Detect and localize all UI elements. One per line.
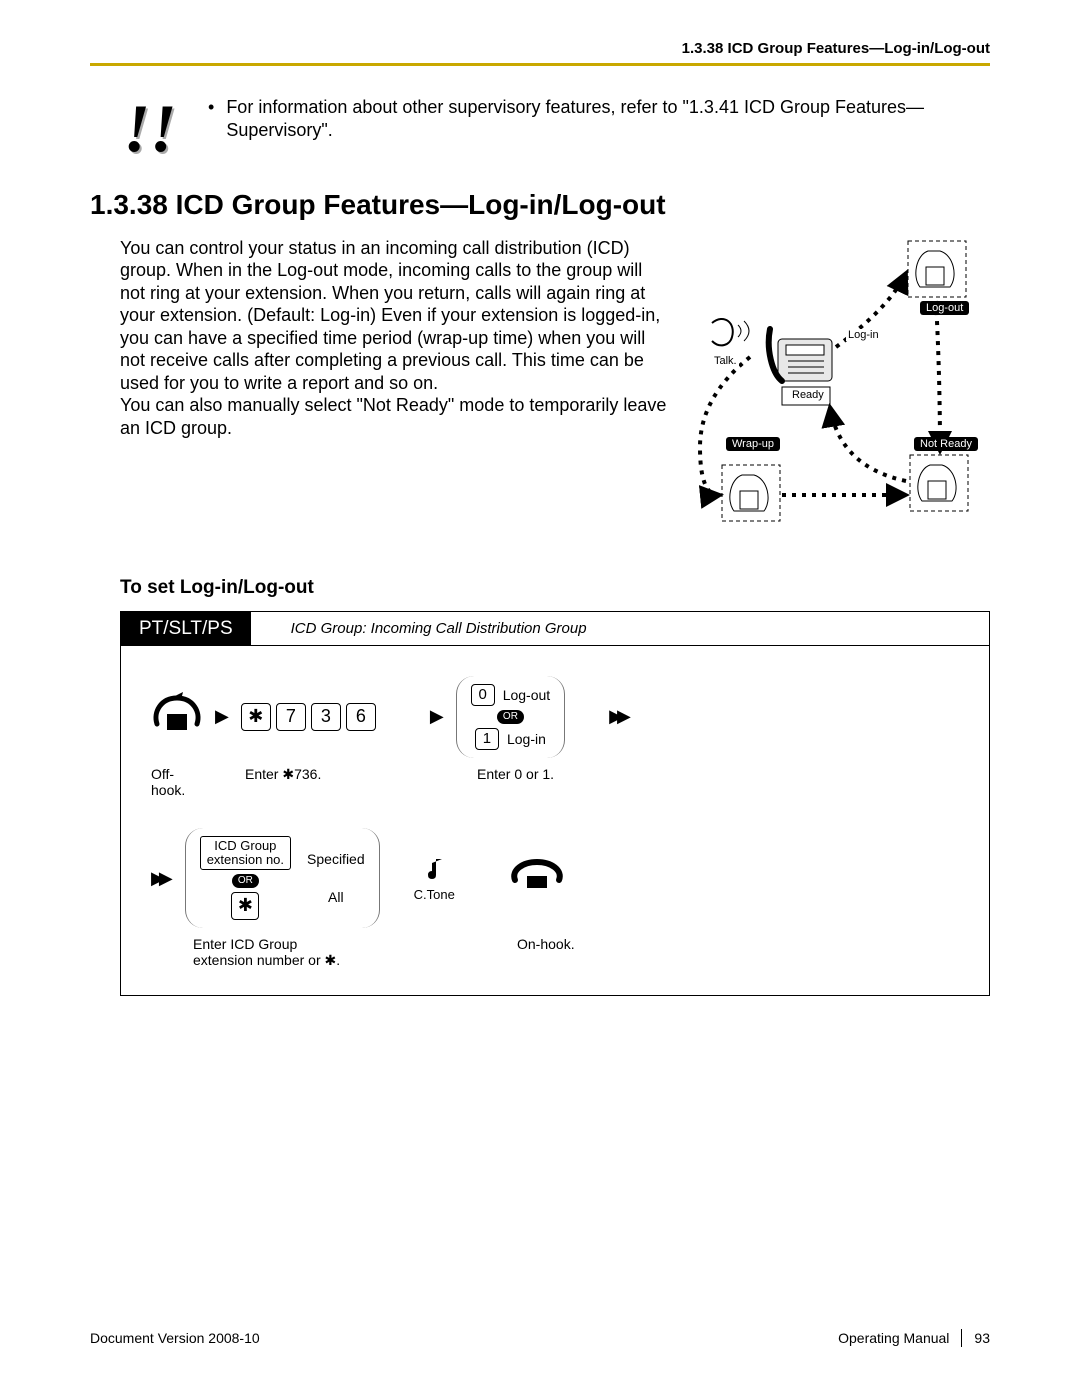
callout-text: For information about other supervisory …: [226, 96, 960, 143]
diagram-logout-pill: Log-out: [920, 301, 969, 315]
diagram-wrapup-pill: Wrap-up: [726, 437, 780, 451]
running-header: 1.3.38 ICD Group Features—Log-in/Log-out: [90, 40, 990, 57]
key-6: 6: [346, 703, 376, 731]
continue-arrow-icon: ▶▶: [609, 706, 631, 727]
page-number: 93: [974, 1330, 990, 1346]
or-pill: OR: [232, 874, 259, 888]
offhook-icon: [151, 690, 203, 743]
specified-label: Specified: [307, 851, 365, 867]
procedure-note: ICD Group: Incoming Call Distribution Gr…: [251, 612, 989, 646]
key-0: 0: [471, 684, 495, 706]
diagram-notready-pill: Not Ready: [914, 437, 978, 451]
key-7: 7: [276, 703, 306, 731]
arrow-icon: ▶: [215, 706, 229, 727]
section-title: 1.3.38 ICD Group Features—Log-in/Log-out: [90, 189, 990, 221]
doc-version: Document Version 2008-10: [90, 1330, 260, 1346]
key-1: 1: [475, 728, 499, 750]
ctone-label: C.Tone: [414, 887, 455, 902]
option-group-ext: ICD Group extension no. OR ✱ Specified A…: [185, 828, 380, 929]
exclamation-icon: !!: [120, 96, 180, 149]
header-rule: [90, 63, 990, 66]
body-paragraph: You can control your status in an incomi…: [120, 237, 670, 537]
offhook-caption: Off-hook.: [151, 766, 203, 798]
subsection-heading: To set Log-in/Log-out: [120, 577, 990, 599]
dial-code-736: ✱ 7 3 6: [241, 703, 376, 731]
or-pill: OR: [497, 710, 524, 724]
option-group-01: 0 Log-out OR 1 Log-in: [456, 676, 565, 758]
note-callout: !! • For information about other supervi…: [120, 96, 960, 149]
onhook-caption: On-hook.: [517, 936, 575, 969]
arrow-icon: ▶: [430, 706, 444, 727]
key-star: ✱: [231, 892, 259, 920]
enter736-caption: Enter ✱736.: [245, 766, 405, 798]
key-star: ✱: [241, 703, 271, 731]
diagram-talk-label: Talk.: [712, 355, 739, 367]
opt-login-label: Log-in: [507, 731, 546, 747]
key-3: 3: [311, 703, 341, 731]
footer-separator: [961, 1329, 962, 1347]
page-footer: Document Version 2008-10 Operating Manua…: [90, 1329, 990, 1347]
procedure-box: PT/SLT/PS ICD Group: Incoming Call Distr…: [120, 611, 990, 997]
bullet-icon: •: [208, 96, 214, 143]
state-diagram: Talk. Ready Log-in Log-out Wrap-up Not R…: [690, 237, 990, 537]
enter01-caption: Enter 0 or 1.: [477, 766, 554, 798]
all-label: All: [328, 889, 344, 905]
procedure-tag: PT/SLT/PS: [121, 612, 251, 646]
continue-arrow-icon: ▶▶: [151, 868, 173, 889]
icd-ext-box: ICD Group extension no.: [200, 836, 291, 871]
enter-icd-caption: Enter ICD Group extension number or ✱.: [193, 936, 393, 969]
opt-logout-label: Log-out: [503, 687, 550, 703]
diagram-login-label: Log-in: [846, 329, 881, 341]
ctone-icon: C.Tone: [414, 855, 455, 902]
diagram-ready-label: Ready: [790, 389, 826, 401]
onhook-icon: [509, 858, 565, 899]
manual-title: Operating Manual: [838, 1330, 949, 1346]
